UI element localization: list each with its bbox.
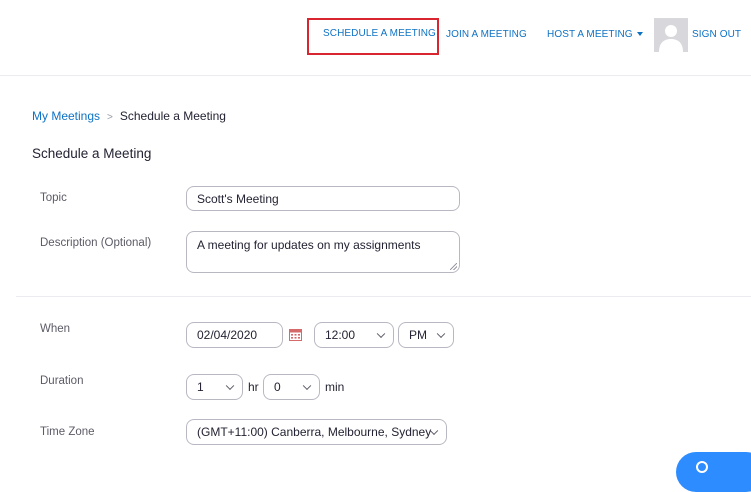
- calendar-icon[interactable]: [289, 328, 302, 341]
- duration-label: Duration: [40, 375, 84, 387]
- description-textarea[interactable]: A meeting for updates on my assignments: [186, 231, 460, 273]
- nav-host-label: HOST A MEETING: [547, 29, 633, 40]
- ampm-value: PM: [409, 328, 427, 342]
- chevron-down-icon: [436, 329, 446, 339]
- avatar[interactable]: [654, 18, 688, 52]
- breadcrumb-current: Schedule a Meeting: [119, 109, 226, 123]
- help-button[interactable]: [676, 452, 751, 492]
- duration-minutes-value: 0: [274, 380, 281, 394]
- duration-hours-value: 1: [197, 380, 204, 394]
- duration-hours-select[interactable]: 1: [186, 374, 243, 400]
- nav-join-meeting[interactable]: JOIN A MEETING: [446, 29, 527, 40]
- time-value: 12:00: [325, 328, 356, 342]
- breadcrumb-my-meetings[interactable]: My Meetings: [32, 109, 100, 123]
- breadcrumb: My Meetings > Schedule a Meeting: [32, 109, 226, 123]
- description-label: Description (Optional): [40, 237, 152, 249]
- nav-host-meeting[interactable]: HOST A MEETING: [547, 29, 643, 40]
- top-navigation-bar: SCHEDULE A MEETING JOIN A MEETING HOST A…: [0, 0, 751, 76]
- help-icon: [696, 461, 708, 473]
- chevron-down-icon: [376, 329, 386, 339]
- chevron-down-icon: [225, 381, 235, 391]
- section-divider: [16, 296, 751, 297]
- nav-schedule-meeting[interactable]: SCHEDULE A MEETING: [323, 28, 436, 39]
- topic-value: Scott's Meeting: [197, 191, 279, 206]
- page-title: Schedule a Meeting: [32, 146, 152, 161]
- ampm-select[interactable]: PM: [398, 322, 454, 348]
- timezone-select[interactable]: (GMT+11:00) Canberra, Melbourne, Sydney: [186, 419, 447, 445]
- time-select[interactable]: 12:00: [314, 322, 394, 348]
- when-label: When: [40, 323, 71, 335]
- description-value: A meeting for updates on my assignments: [197, 238, 421, 252]
- timezone-label: Time Zone: [40, 426, 95, 438]
- date-value: 02/04/2020: [197, 328, 258, 342]
- hours-unit-label: hr: [248, 380, 259, 394]
- duration-minutes-select[interactable]: 0: [263, 374, 320, 400]
- resize-handle-icon[interactable]: [450, 263, 457, 270]
- topic-label: Topic: [40, 192, 67, 204]
- timezone-value: (GMT+11:00) Canberra, Melbourne, Sydney: [197, 425, 432, 439]
- date-input[interactable]: 02/04/2020: [186, 322, 283, 348]
- topic-input[interactable]: Scott's Meeting: [186, 186, 460, 211]
- minutes-unit-label: min: [325, 380, 345, 394]
- avatar-icon: [654, 18, 688, 52]
- caret-down-icon: [636, 32, 643, 37]
- nav-sign-out[interactable]: SIGN OUT: [692, 29, 741, 40]
- breadcrumb-separator: >: [107, 112, 113, 123]
- chevron-down-icon: [302, 381, 312, 391]
